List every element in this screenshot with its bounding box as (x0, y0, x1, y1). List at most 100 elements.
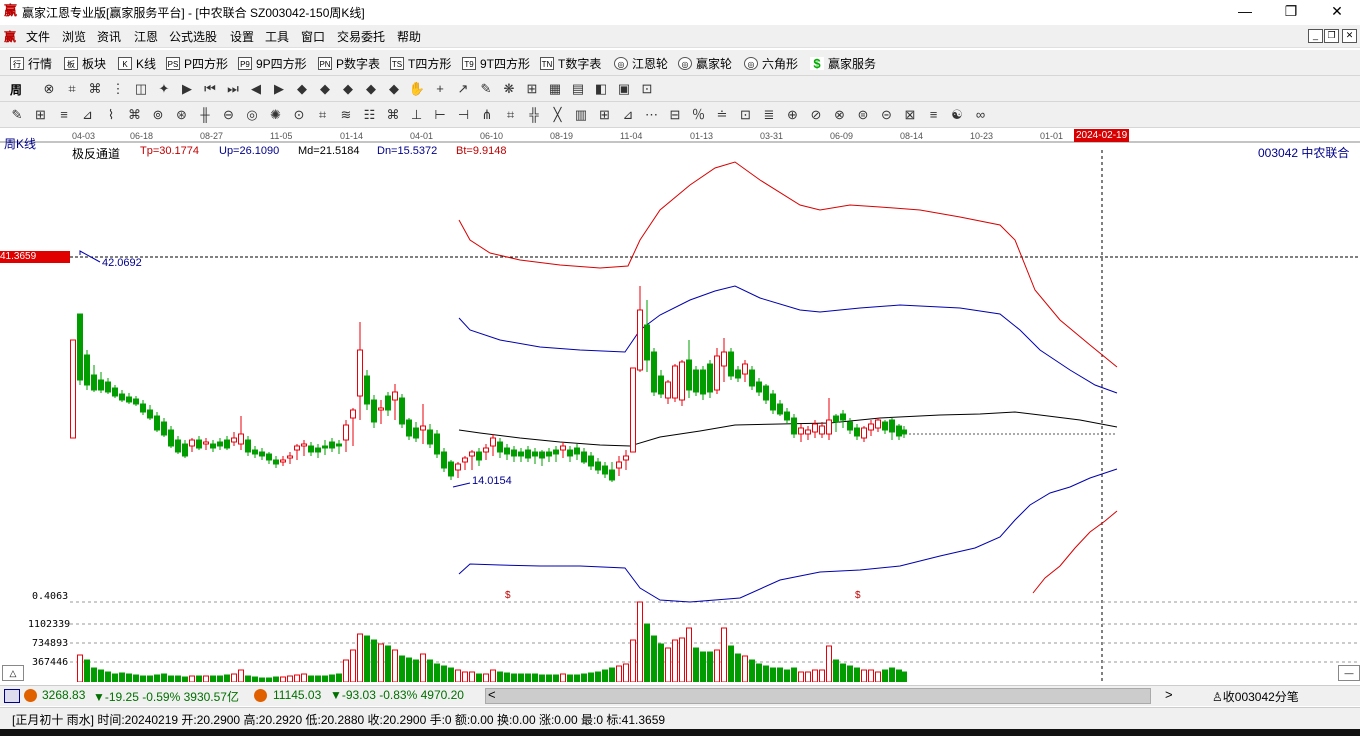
toolbar2-tool-icon[interactable]: ◆ (385, 80, 403, 98)
scroll-left-button[interactable]: < (488, 687, 496, 702)
menu-gann[interactable]: 江恩 (134, 28, 158, 45)
toolbar2-tool-icon[interactable]: + (431, 80, 449, 98)
toolbar3-tool-icon[interactable]: ⌘ (384, 106, 402, 124)
menu-tools[interactable]: 工具 (265, 28, 289, 45)
toolbar2-tool-icon[interactable]: ⊞ (523, 80, 541, 98)
toolbar3-tool-icon[interactable]: ⊢ (431, 106, 449, 124)
toolbar2-tool-icon[interactable]: ✦ (155, 80, 173, 98)
toolbar3-tool-icon[interactable]: ⊚ (149, 106, 167, 124)
chart-area[interactable] (0, 128, 1360, 683)
toolbar3-tool-icon[interactable]: ╳ (549, 106, 567, 124)
toolbar3-tool-icon[interactable]: ∞ (972, 106, 990, 124)
minimize-button[interactable]: — (1222, 0, 1268, 24)
tb-quotes[interactable]: 行行情 (10, 55, 52, 72)
scroll-right-button[interactable]: > (1165, 687, 1173, 702)
toolbar3-tool-icon[interactable]: ≐ (713, 106, 731, 124)
toolbar2-tool-icon[interactable]: ▶ (270, 80, 288, 98)
tb-kline[interactable]: K K线 (118, 55, 156, 72)
toolbar2-tool-icon[interactable]: ▶ (178, 80, 196, 98)
tb-t-square[interactable]: TS T四方形 (390, 55, 451, 72)
toolbar3-tool-icon[interactable]: ⊣ (455, 106, 473, 124)
toolbar3-tool-icon[interactable]: ⊿ (79, 106, 97, 124)
scroll-up-button[interactable]: △ (2, 665, 24, 681)
toolbar2-tool-icon[interactable]: ◧ (592, 80, 610, 98)
toolbar3-tool-icon[interactable]: ⋔ (478, 106, 496, 124)
toolbar3-tool-icon[interactable]: ◎ (243, 106, 261, 124)
toolbar2-tool-icon[interactable]: ⌘ (86, 80, 104, 98)
toolbar3-tool-icon[interactable]: ⊗ (831, 106, 849, 124)
toolbar3-tool-icon[interactable]: ⊝ (878, 106, 896, 124)
toolbar2-tool-icon[interactable]: ◆ (362, 80, 380, 98)
toolbar2-tool-icon[interactable]: ◀ (247, 80, 265, 98)
toolbar3-tool-icon[interactable]: ⊿ (619, 106, 637, 124)
toolbar3-tool-icon[interactable]: ⊘ (807, 106, 825, 124)
toolbar2-tool-icon[interactable]: ◆ (293, 80, 311, 98)
horizontal-scrollbar[interactable] (485, 688, 1151, 704)
tb-hexagon[interactable]: ◎ 六角形 (744, 55, 798, 72)
tb-p-table[interactable]: PN P数字表 (318, 55, 380, 72)
toolbar2-tool-icon[interactable]: ◆ (316, 80, 334, 98)
toolbar3-tool-icon[interactable]: ⊛ (173, 106, 191, 124)
toolbar2-tool-icon[interactable]: ⋮ (109, 80, 127, 98)
toolbar3-tool-icon[interactable]: ☷ (361, 106, 379, 124)
menu-formula[interactable]: 公式选股 (169, 28, 217, 45)
toolbar3-tool-icon[interactable]: ≣ (760, 106, 778, 124)
tb-p-square[interactable]: PS P四方形 (166, 55, 228, 72)
toolbar2-tool-icon[interactable]: ↗ (454, 80, 472, 98)
toolbar3-tool-icon[interactable]: ％ (690, 106, 708, 124)
menu-trade[interactable]: 交易委托 (337, 28, 385, 45)
toolbar2-tool-icon[interactable]: ⏮ (201, 80, 219, 98)
toolbar2-tool-icon[interactable]: ✋ (408, 80, 426, 98)
tb-t-table[interactable]: TN T数字表 (540, 55, 601, 72)
tb-winner-wheel[interactable]: ◎ 赢家轮 (678, 55, 732, 72)
toolbar3-tool-icon[interactable]: ⋯ (643, 106, 661, 124)
toolbar2-tool-icon[interactable]: ▤ (569, 80, 587, 98)
toolbar3-tool-icon[interactable]: ⊡ (737, 106, 755, 124)
menu-browse[interactable]: 浏览 (62, 28, 86, 45)
toolbar3-tool-icon[interactable]: ⌗ (314, 106, 332, 124)
menu-settings[interactable]: 设置 (230, 28, 254, 45)
scroll-down-button[interactable]: — (1338, 665, 1360, 681)
period-selector[interactable]: 周 (10, 81, 22, 98)
tick-search-label[interactable]: ♙收003042分笔 (1212, 688, 1299, 705)
menu-window[interactable]: 窗口 (301, 28, 325, 45)
toolbar3-tool-icon[interactable]: ⊠ (901, 106, 919, 124)
mdi-minimize-button[interactable]: _ (1308, 29, 1323, 43)
tb-winner-service[interactable]: $ 赢家服务 (810, 55, 876, 72)
toolbar3-tool-icon[interactable]: ✺ (267, 106, 285, 124)
toolbar2-tool-icon[interactable]: ❋ (500, 80, 518, 98)
tb-9t-square[interactable]: T9 9T四方形 (462, 55, 530, 72)
toolbar2-tool-icon[interactable]: ▣ (615, 80, 633, 98)
toolbar3-tool-icon[interactable]: ⊥ (408, 106, 426, 124)
toolbar3-tool-icon[interactable]: ☯ (948, 106, 966, 124)
toolbar3-tool-icon[interactable]: ⊟ (666, 106, 684, 124)
toolbar2-tool-icon[interactable]: ✎ (477, 80, 495, 98)
toolbar2-tool-icon[interactable]: ▦ (546, 80, 564, 98)
toolbar3-tool-icon[interactable]: ≡ (55, 106, 73, 124)
toolbar3-tool-icon[interactable]: ⌗ (502, 106, 520, 124)
close-button[interactable]: ✕ (1314, 0, 1360, 24)
toolbar3-tool-icon[interactable]: ⌇ (102, 106, 120, 124)
toolbar3-tool-icon[interactable]: ⊜ (854, 106, 872, 124)
toolbar3-tool-icon[interactable]: ⊖ (220, 106, 238, 124)
toolbar2-tool-icon[interactable]: ⌗ (63, 80, 81, 98)
toolbar2-tool-icon[interactable]: ⊡ (638, 80, 656, 98)
toolbar3-tool-icon[interactable]: ⌘ (126, 106, 144, 124)
menu-help[interactable]: 帮助 (397, 28, 421, 45)
mdi-close-button[interactable]: ✕ (1342, 29, 1357, 43)
toolbar2-tool-icon[interactable]: ⏭ (224, 80, 242, 98)
toolbar2-tool-icon[interactable]: ◆ (339, 80, 357, 98)
tb-9p-square[interactable]: P9 9P四方形 (238, 55, 307, 72)
toolbar3-tool-icon[interactable]: ✎ (8, 106, 26, 124)
toolbar3-tool-icon[interactable]: ⊞ (596, 106, 614, 124)
toolbar3-tool-icon[interactable]: ▥ (572, 106, 590, 124)
menu-info[interactable]: 资讯 (97, 28, 121, 45)
mdi-restore-button[interactable]: ❐ (1324, 29, 1339, 43)
toolbar3-tool-icon[interactable]: ≡ (925, 106, 943, 124)
toolbar3-tool-icon[interactable]: ╫ (196, 106, 214, 124)
toolbar3-tool-icon[interactable]: ⊞ (32, 106, 50, 124)
toolbar3-tool-icon[interactable]: ⊕ (784, 106, 802, 124)
grid-icon[interactable] (4, 689, 20, 703)
toolbar3-tool-icon[interactable]: ⊙ (290, 106, 308, 124)
toolbar2-tool-icon[interactable]: ◫ (132, 80, 150, 98)
